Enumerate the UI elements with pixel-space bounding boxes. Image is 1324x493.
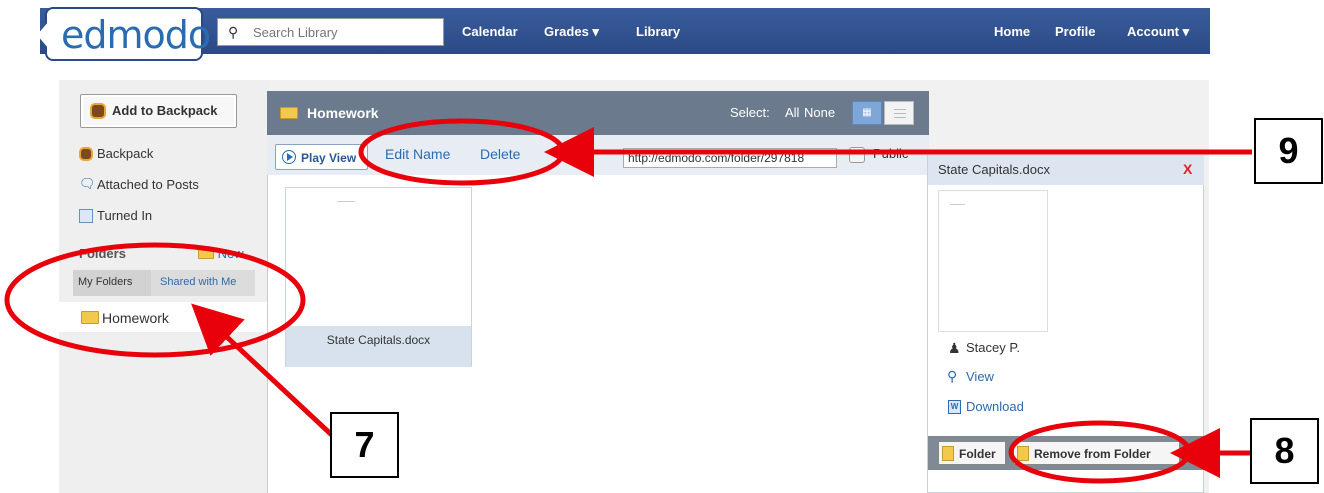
annotation-ellipse-folders — [4, 242, 306, 358]
annotation-ellipse-remove — [1008, 420, 1192, 484]
annotation-overlay — [4, 118, 1252, 484]
annotation-callout-7: 7 — [330, 412, 399, 478]
annotation-callout-9: 9 — [1254, 118, 1323, 184]
annotation-ellipse-toolbar — [358, 118, 566, 186]
annotation-callout-8: 8 — [1250, 418, 1319, 484]
screenshot: { "brand": { "logo_text": "edmodo" }, "s… — [0, 0, 1324, 493]
